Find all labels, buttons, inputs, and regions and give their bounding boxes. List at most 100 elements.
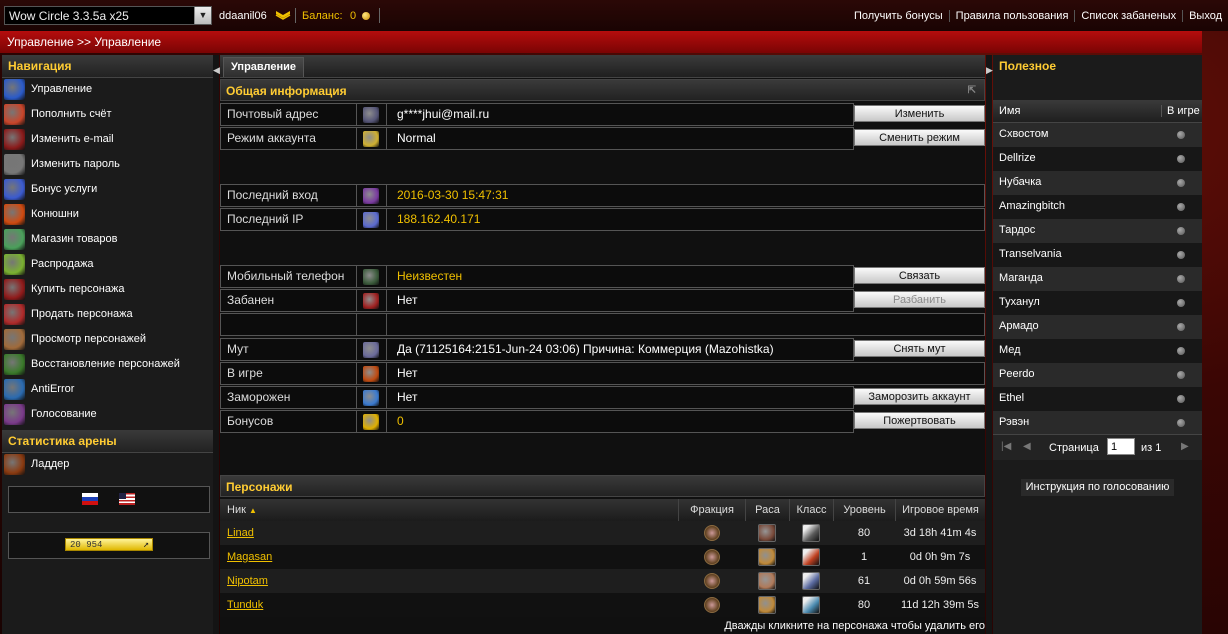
column-level[interactable]: Уровень [833,499,895,521]
page-input[interactable]: 1 [1107,438,1135,455]
table-row[interactable]: Linad 80 3d 18h 41m 4s [220,521,985,545]
first-page-icon[interactable]: |◀ [1001,441,1011,452]
list-item[interactable]: Transelvania [993,243,1202,267]
collapse-icon[interactable]: ⇱ [968,80,976,102]
next-page-icon[interactable]: ▶ [1181,441,1189,452]
info-action-button[interactable]: Снять мут [854,340,985,357]
column-nick[interactable]: Ник ▲ [220,499,678,521]
character-nick[interactable]: Tunduk [227,593,263,617]
ladder-icon [4,454,25,475]
sidebar-item[interactable]: Бонус услуги [2,178,213,203]
sidebar-item[interactable]: Изменить пароль [2,153,213,178]
russian-flag-icon[interactable] [82,493,98,505]
ban-list-link[interactable]: Список забаненых [1074,10,1183,22]
list-item[interactable]: Peerdo [993,363,1202,387]
prev-page-icon[interactable]: ◀ [1023,441,1031,452]
chevron-down-icon[interactable]: ▼ [194,7,211,24]
race-icon [758,596,776,615]
character-nick[interactable]: Nipotam [227,569,268,593]
antierror-icon [4,379,25,400]
player-name: Рэвэн [999,416,1030,428]
list-item[interactable]: Маганда [993,267,1202,291]
sidebar-item[interactable]: Изменить e-mail [2,128,213,153]
player-name: Армадо [999,320,1039,332]
sidebar-item[interactable]: Пополнить счёт [2,103,213,128]
tab-management[interactable]: Управление [223,57,305,77]
info-row: В игре Нет [220,362,985,386]
column-class[interactable]: Класс [789,499,833,521]
list-item[interactable]: Нубачка [993,171,1202,195]
info-action-button[interactable]: Пожертвовать [854,412,985,429]
sidebar-item[interactable]: Просмотр персонажей [2,328,213,353]
info-label: Бонусов [220,410,357,433]
list-item[interactable]: Схвостом [993,123,1202,147]
info-action-button[interactable]: Сменить режим [854,129,985,146]
list-item[interactable]: Армадо [993,315,1202,339]
column-playtime[interactable]: Игровое время [895,499,985,521]
info-label: Последний вход [220,184,357,207]
ban-icon [363,293,379,309]
player-name: Туханул [999,296,1040,308]
stable-icon [4,204,25,225]
list-item[interactable]: Тардос [993,219,1202,243]
logout-link[interactable]: Выход [1182,10,1228,22]
vote-instructions-button[interactable]: Инструкция по голосованию [1021,479,1174,496]
info-action-button[interactable]: Заморозить аккаунт [854,388,985,405]
rules-link[interactable]: Правила пользования [948,10,1075,22]
left-collapse-handle[interactable]: ◀ [213,55,220,634]
list-item[interactable]: Ethel [993,387,1202,411]
info-row: Заморожен Нет Заморозить аккаунт [220,386,985,410]
pager: |◀ ◀ Страница 1 из 1 ▶ [993,434,1202,460]
list-item[interactable]: Мед [993,339,1202,363]
info-label: Заморожен [220,386,357,409]
table-header: Ник ▲ Фракция Раса Класс Уровень Игровое… [220,499,985,521]
sidebar-item[interactable]: Восстановление персонажей [2,353,213,378]
get-bonuses-link[interactable]: Получить бонусы [848,10,949,22]
status-icon [1177,347,1185,355]
sidebar-item-label: Магазин товаров [31,233,118,245]
sidebar-item[interactable]: Управление [2,78,213,103]
list-item[interactable]: Dellrize [993,147,1202,171]
sidebar-item-label: Изменить пароль [31,158,120,170]
status-icon [1177,203,1185,211]
navigation-title: Навигация [2,55,213,78]
server-select[interactable]: Wow Circle 3.3.5a x25 ▼ [4,6,212,25]
list-item[interactable]: Amazingbitch [993,195,1202,219]
character-nick[interactable]: Linad [227,521,254,545]
info-value: Нет [387,289,854,312]
sidebar-item[interactable]: Конюшни [2,203,213,228]
sidebar-item[interactable]: AntiError [2,378,213,403]
info-action-button[interactable]: Изменить [854,105,985,122]
column-name[interactable]: Имя [999,105,1020,117]
character-nick[interactable]: Magasan [227,545,272,569]
right-collapse-handle[interactable]: ▶ [986,55,993,634]
table-row[interactable]: Tunduk 80 11d 12h 39m 5s [220,593,985,617]
table-row[interactable]: Magasan 1 0d 0h 9m 7s [220,545,985,569]
sidebar-item[interactable]: Купить персонажа [2,278,213,303]
info-row: Бонусов 0 Пожертвовать [220,410,985,434]
info-action-button[interactable]: Связать [854,267,985,284]
list-item[interactable]: Рэвэн [993,411,1202,435]
race-cell [745,569,789,593]
race-cell [745,521,789,545]
visit-counter[interactable]: 20 954 ↗ [65,538,153,551]
player-name: Маганда [999,272,1043,284]
column-faction[interactable]: Фракция [678,499,745,521]
sidebar-item[interactable]: Продать персонажа [2,303,213,328]
collapse-left-icon: ◀ [213,65,220,75]
info-action-button[interactable]: Разбанить [854,291,985,308]
sidebar-item-label: Распродажа [31,258,94,270]
sidebar-item[interactable]: Магазин товаров [2,228,213,253]
us-flag-icon[interactable] [119,493,135,505]
sidebar-item-ladder[interactable]: Ладдер [2,453,213,478]
sidebar-item[interactable]: Распродажа [2,253,213,278]
info-value: 188.162.40.171 [387,208,985,231]
username[interactable]: ddaanil06 [219,10,267,22]
language-selector [8,486,210,513]
list-item[interactable]: Туханул [993,291,1202,315]
sidebar-item[interactable]: Голосование [2,403,213,428]
grid-header: Имя В игре [993,100,1202,123]
column-ingame[interactable]: В игре [1161,105,1200,117]
column-race[interactable]: Раса [745,499,789,521]
table-row[interactable]: Nipotam 61 0d 0h 59m 56s [220,569,985,593]
